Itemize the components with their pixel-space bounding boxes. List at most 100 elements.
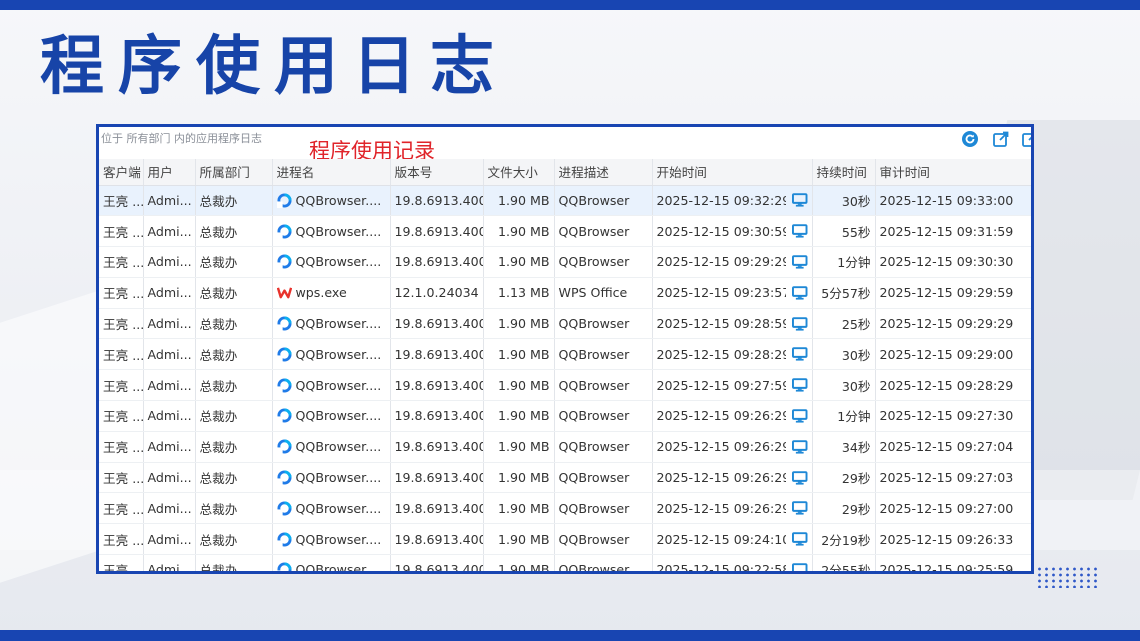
monitor-icon[interactable]	[792, 192, 808, 208]
duration-cell: 30秒	[812, 338, 876, 371]
client-cell: 王亮 ...	[99, 369, 144, 402]
column-header[interactable]: 所属部门	[195, 159, 273, 186]
start-time-cell: 2025-12-15 09:28:59	[652, 308, 813, 340]
duration-cell: 55秒	[812, 215, 876, 248]
desc-cell: QQBrowser	[554, 369, 653, 402]
table-row[interactable]: 王亮 ... Admi... 总裁办 QQBrowser.... 19.8.6913.4…	[99, 308, 1031, 340]
desc-cell: QQBrowser	[554, 400, 653, 432]
more-icon[interactable]	[1021, 130, 1034, 148]
refresh-icon[interactable]	[961, 130, 979, 148]
audit-time-cell: 2025-12-15 09:25:59	[875, 554, 1031, 571]
monitor-icon[interactable]	[792, 316, 808, 332]
user-cell: Admi...	[143, 492, 196, 525]
user-cell: Admi...	[143, 554, 196, 571]
monitor-icon[interactable]	[792, 377, 808, 393]
desc-cell: QQBrowser	[554, 185, 653, 217]
audit-time-cell: 2025-12-15 09:29:00	[875, 338, 1031, 371]
decorative-dots	[1036, 566, 1098, 588]
version-cell: 19.8.6913.400	[390, 215, 484, 248]
column-header[interactable]: 开始时间	[652, 159, 813, 186]
table-row[interactable]: 王亮 ... Admi... 总裁办 QQBrowser.... 19.8.6913.4…	[99, 246, 1031, 278]
table-row[interactable]: 王亮 ... Admi... 总裁办 QQBrowser.... 19.8.6913.4…	[99, 400, 1031, 432]
qqbrowser-icon	[276, 347, 292, 362]
client-cell: 王亮 ...	[99, 462, 144, 494]
monitor-icon[interactable]	[792, 439, 808, 455]
monitor-icon[interactable]	[792, 470, 808, 486]
table-row[interactable]: 王亮 ... Admi... 总裁办 QQBrowser.... 19.8.6913.4…	[99, 338, 1031, 371]
monitor-icon[interactable]	[792, 223, 808, 239]
top-accent-bar	[0, 0, 1140, 10]
table-row[interactable]: 王亮 ... Admi... 总裁办 QQBrowser.... 19.8.6913.4…	[99, 554, 1031, 574]
start-time-cell: 2025-12-15 09:26:29	[652, 462, 813, 494]
user-cell: Admi...	[143, 431, 196, 463]
breadcrumb: 位于 所有部门 内的应用程序日志	[101, 132, 262, 145]
export-icon[interactable]	[992, 130, 1010, 148]
version-cell: 19.8.6913.400	[390, 338, 484, 371]
client-cell: 王亮 ...	[99, 400, 144, 432]
size-cell: 1.90 MB	[483, 338, 555, 371]
table-row[interactable]: 王亮 ... Admi... 总裁办 QQBrowser.... 19.8.6913.4…	[99, 369, 1031, 402]
audit-time-cell: 2025-12-15 09:29:29	[875, 308, 1031, 340]
table-header-row: 客户端 用户 所属部门 进程名 版本号 文件大小 进程描述 开始时间 持续时间 审计时间	[99, 159, 1031, 186]
monitor-icon[interactable]	[792, 285, 808, 301]
monitor-icon[interactable]	[792, 500, 808, 516]
start-time-cell-text: 2025-12-15 09:26:29	[656, 439, 787, 455]
duration-cell: 29秒	[812, 492, 876, 525]
monitor-icon[interactable]	[792, 562, 808, 574]
version-cell: 19.8.6913.400	[390, 400, 484, 432]
process-cell: QQBrowser....	[272, 185, 391, 217]
desc-cell: QQBrowser	[554, 308, 653, 340]
column-header[interactable]: 持续时间	[812, 159, 876, 186]
monitor-icon[interactable]	[792, 531, 808, 547]
process-cell: wps.exe	[272, 277, 391, 309]
table-row[interactable]: 王亮 ... Admi... 总裁办 QQBrowser.... 19.8.6913.4…	[99, 492, 1031, 525]
table-row[interactable]: 王亮 ... Admi... 总裁办 QQBrowser.... 19.8.6913.4…	[99, 462, 1031, 494]
duration-cell: 30秒	[812, 369, 876, 402]
bottom-accent-bar	[0, 630, 1140, 641]
process-name: QQBrowser....	[295, 254, 382, 270]
process-cell: QQBrowser....	[272, 492, 391, 525]
start-time-cell-text: 2025-12-15 09:26:29	[656, 500, 787, 516]
column-header[interactable]: 进程名	[272, 159, 391, 186]
process-name: QQBrowser....	[295, 531, 382, 547]
column-header[interactable]: 用户	[143, 159, 196, 186]
start-time-cell: 2025-12-15 09:26:29	[652, 431, 813, 463]
desc-cell: QQBrowser	[554, 215, 653, 248]
process-cell: QQBrowser....	[272, 369, 391, 402]
process-cell: QQBrowser....	[272, 523, 391, 556]
client-cell: 王亮 ...	[99, 492, 144, 525]
desc-cell: QQBrowser	[554, 492, 653, 525]
version-cell: 12.1.0.24034	[390, 277, 484, 309]
start-time-cell-text: 2025-12-15 09:26:29	[656, 408, 787, 424]
column-header[interactable]: 文件大小	[483, 159, 555, 186]
column-header[interactable]: 审计时间	[875, 159, 1031, 186]
monitor-icon[interactable]	[792, 408, 808, 424]
audit-time-cell: 2025-12-15 09:27:04	[875, 431, 1031, 463]
column-header[interactable]: 版本号	[390, 159, 484, 186]
duration-cell: 34秒	[812, 431, 876, 463]
audit-time-cell: 2025-12-15 09:27:00	[875, 492, 1031, 525]
table-row[interactable]: 王亮 ... Admi... 总裁办 QQBrowser.... 19.8.6913.4…	[99, 215, 1031, 248]
process-name: QQBrowser....	[295, 470, 382, 486]
monitor-icon[interactable]	[792, 346, 808, 362]
process-cell: QQBrowser....	[272, 246, 391, 278]
process-cell: QQBrowser....	[272, 215, 391, 248]
dept-cell: 总裁办	[195, 277, 273, 309]
start-time-cell-text: 2025-12-15 09:30:59	[656, 223, 787, 239]
duration-cell: 1分钟	[812, 400, 876, 432]
column-header[interactable]: 客户端	[99, 159, 144, 186]
user-cell: Admi...	[143, 185, 196, 217]
table-row[interactable]: 王亮 ... Admi... 总裁办 wps.exe 12.1.0.24034 1.13 …	[99, 277, 1031, 309]
start-time-cell-text: 2025-12-15 09:23:57	[656, 285, 787, 301]
start-time-cell: 2025-12-15 09:29:29	[652, 246, 813, 278]
table-row[interactable]: 王亮 ... Admi... 总裁办 QQBrowser.... 19.8.6913.4…	[99, 185, 1031, 217]
column-header[interactable]: 进程描述	[554, 159, 653, 186]
wps-icon	[276, 287, 292, 299]
start-time-cell-text: 2025-12-15 09:28:29	[656, 346, 787, 362]
user-cell: Admi...	[143, 277, 196, 309]
table-row[interactable]: 王亮 ... Admi... 总裁办 QQBrowser.... 19.8.6913.4…	[99, 523, 1031, 556]
user-cell: Admi...	[143, 246, 196, 278]
monitor-icon[interactable]	[792, 254, 808, 270]
duration-cell: 29秒	[812, 462, 876, 494]
table-row[interactable]: 王亮 ... Admi... 总裁办 QQBrowser.... 19.8.6913.4…	[99, 431, 1031, 463]
